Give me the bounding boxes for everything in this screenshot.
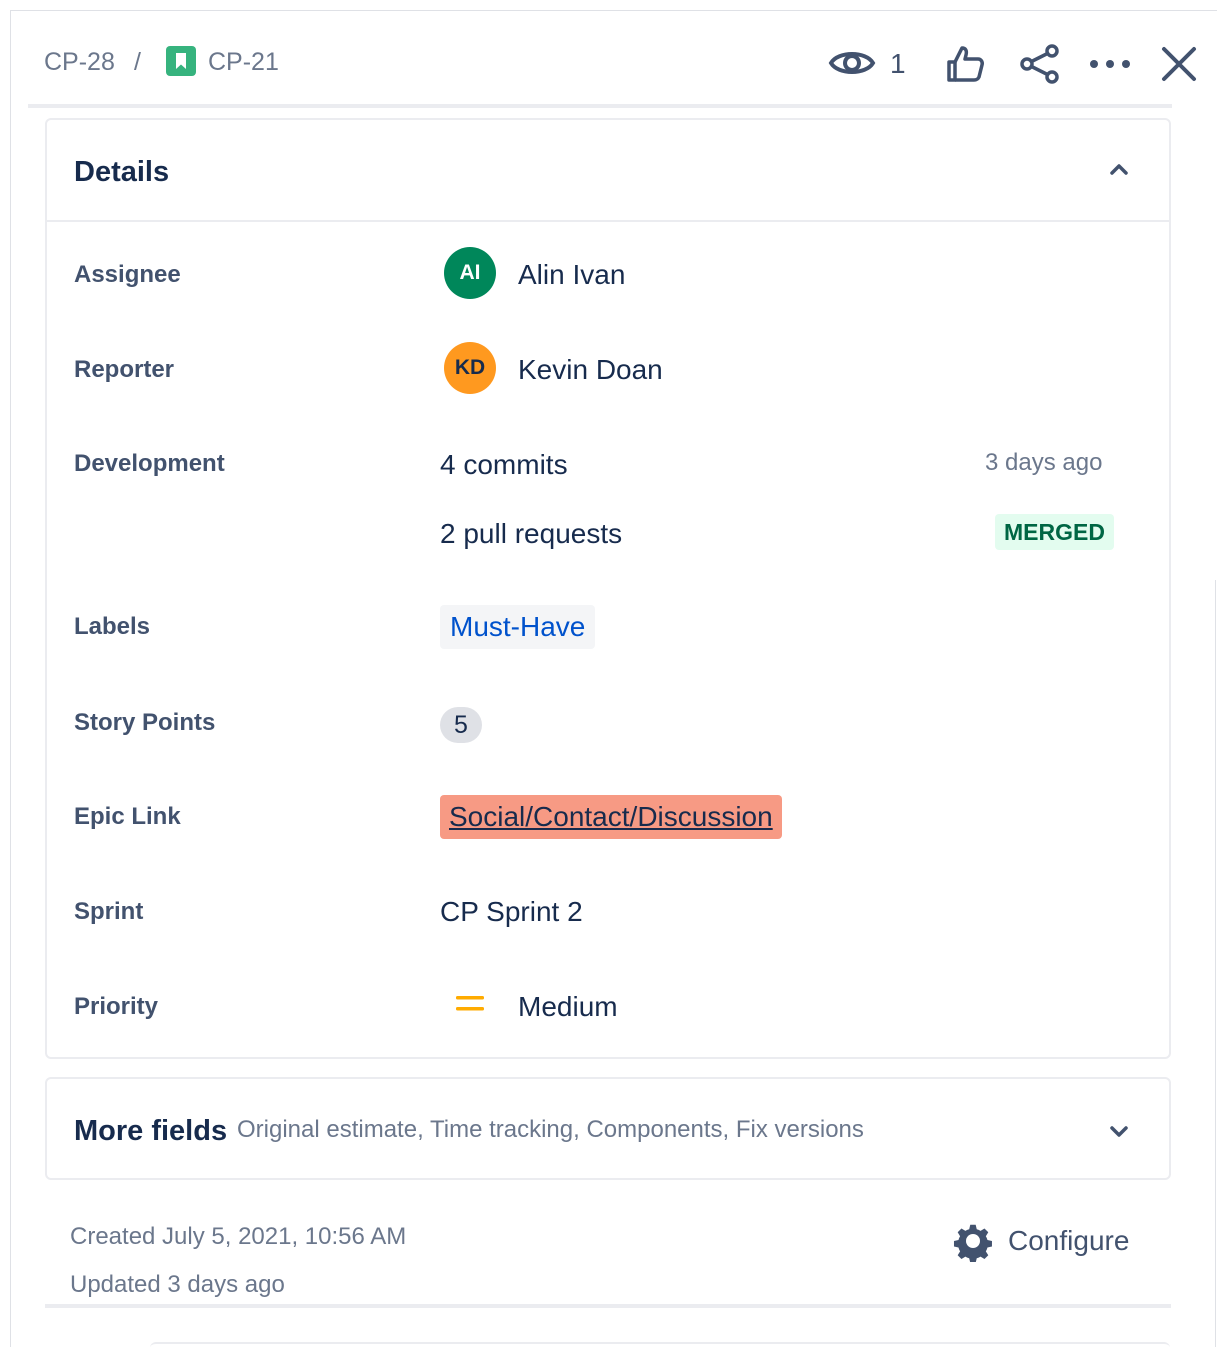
story-points-badge[interactable]: 5 (440, 707, 482, 743)
merged-status-badge: MERGED (995, 514, 1114, 550)
story-points-label: Story Points (74, 709, 216, 736)
commits-text: commits (463, 449, 568, 480)
reporter-avatar[interactable]: KD (444, 342, 496, 394)
commits-link[interactable]: 4 commits (440, 448, 568, 482)
breadcrumb-current-issue[interactable]: CP-21 (208, 46, 279, 78)
assignee-initials: AI (459, 261, 481, 284)
priority-value[interactable]: Medium (518, 990, 618, 1024)
epic-link[interactable]: Social/Contact/Discussion (440, 795, 782, 839)
chevron-down-icon[interactable] (1107, 1119, 1131, 1143)
priority-medium-icon (456, 996, 484, 1011)
label-tag[interactable]: Must-Have (440, 605, 596, 649)
commits-count: 4 (440, 449, 456, 480)
assignee-avatar[interactable]: AI (444, 247, 496, 299)
eye-icon[interactable] (828, 42, 876, 84)
more-fields-panel[interactable]: More fields Original estimate, Time trac… (45, 1077, 1171, 1180)
watch-count[interactable]: 1 (890, 48, 906, 80)
share-icon[interactable] (1018, 42, 1062, 86)
gear-icon (953, 1224, 992, 1262)
panel-divider (1215, 580, 1216, 1347)
updated-timestamp: Updated 3 days ago (70, 1271, 285, 1298)
more-icon[interactable] (1086, 42, 1134, 86)
configure-label: Configure (1008, 1225, 1130, 1256)
details-header[interactable]: Details (47, 120, 1169, 222)
more-fields-summary: Original estimate, Time tracking, Compon… (237, 1116, 864, 1143)
issue-header: CP-28 / CP-21 1 (28, 28, 1200, 106)
assignee-label: Assignee (74, 261, 181, 288)
labels-label: Labels (74, 613, 151, 640)
close-icon[interactable] (1158, 42, 1200, 86)
reporter-name[interactable]: Kevin Doan (518, 353, 663, 387)
next-panel-edge (150, 1342, 1170, 1347)
sprint-value[interactable]: CP Sprint 2 (440, 895, 583, 929)
priority-label: Priority (74, 993, 159, 1020)
sprint-label: Sprint (74, 898, 144, 925)
details-panel: Details Assignee AI Alin Ivan Reporter K… (45, 118, 1171, 1059)
pull-requests-text: pull requests (463, 518, 623, 549)
development-label: Development (74, 450, 225, 477)
header-divider (28, 104, 1172, 108)
pull-requests-count: 2 (440, 518, 456, 549)
created-timestamp: Created July 5, 2021, 10:56 AM (70, 1223, 407, 1250)
commits-time: 3 days ago (985, 449, 1103, 476)
more-fields-title: More fields (74, 1115, 228, 1147)
thumbs-up-icon[interactable] (944, 42, 988, 86)
details-title: Details (74, 156, 170, 188)
story-icon (166, 46, 196, 76)
pull-requests-link[interactable]: 2 pull requests (440, 517, 622, 551)
chevron-up-icon[interactable] (1107, 158, 1131, 182)
breadcrumb-parent-issue[interactable]: CP-28 (44, 46, 115, 78)
configure-button[interactable]: Configure (952, 1219, 1129, 1263)
breadcrumb-separator: / (134, 48, 141, 76)
reporter-initials: KD (454, 356, 486, 379)
assignee-name[interactable]: Alin Ivan (518, 258, 625, 292)
footer-divider (45, 1304, 1171, 1308)
reporter-label: Reporter (74, 356, 175, 383)
epic-link-label: Epic Link (74, 803, 181, 830)
